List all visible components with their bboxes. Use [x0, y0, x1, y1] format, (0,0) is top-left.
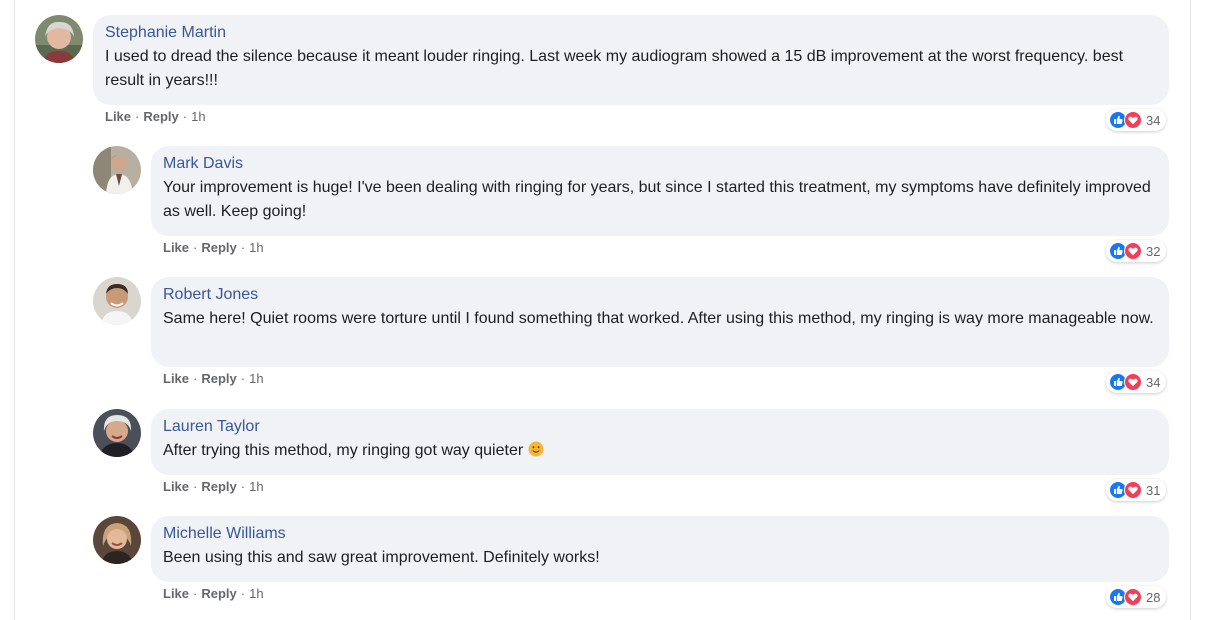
avatar[interactable] [93, 277, 141, 325]
reaction-count: 28 [1146, 589, 1161, 605]
comment-author[interactable]: Mark Davis [163, 153, 1157, 174]
reaction-summary[interactable]: 34 [1106, 109, 1167, 131]
comment-actions: Like · Reply · 1h [163, 371, 264, 386]
smiling-face-emoji-icon [528, 441, 544, 457]
like-button[interactable]: Like [163, 586, 189, 601]
reaction-count: 32 [1146, 243, 1161, 259]
comment-text: I used to dread the silence because it m… [105, 48, 1124, 89]
comment-actions: Like · Reply · 1h [105, 109, 206, 124]
comment-author[interactable]: Stephanie Martin [105, 22, 1157, 43]
comment-timestamp[interactable]: 1h [249, 371, 263, 386]
like-button[interactable]: Like [105, 109, 131, 124]
like-button[interactable]: Like [163, 240, 189, 255]
comment-text: Same here! Quiet rooms were torture unti… [163, 310, 1154, 327]
reaction-summary[interactable]: 34 [1106, 371, 1167, 393]
avatar[interactable] [93, 516, 141, 564]
reaction-count: 31 [1146, 482, 1161, 498]
reply-button[interactable]: Reply [201, 371, 236, 386]
avatar[interactable] [35, 15, 83, 63]
reaction-summary[interactable]: 32 [1106, 240, 1167, 262]
reply-button[interactable]: Reply [143, 109, 178, 124]
like-button[interactable]: Like [163, 371, 189, 386]
comment-actions: Like · Reply · 1h [163, 240, 264, 255]
reaction-count: 34 [1146, 374, 1161, 390]
comment-timestamp[interactable]: 1h [191, 109, 205, 124]
heart-icon [1124, 588, 1142, 606]
comment-text: Been using this and saw great improvemen… [163, 549, 600, 566]
comment-bubble: Mark Davis Your improvement is huge! I'v… [151, 146, 1169, 236]
reply-button[interactable]: Reply [201, 479, 236, 494]
comment-bubble: Michelle Williams Been using this and sa… [151, 516, 1169, 582]
comment-text: After trying this method, my ringing got… [163, 439, 1157, 463]
comment-author[interactable]: Robert Jones [163, 284, 1157, 305]
avatar[interactable] [93, 409, 141, 457]
heart-icon [1124, 242, 1142, 260]
avatar[interactable] [93, 146, 141, 194]
comment-bubble: Stephanie Martin I used to dread the sil… [93, 15, 1169, 105]
comment-actions: Like · Reply · 1h [163, 586, 264, 601]
comment-timestamp[interactable]: 1h [249, 240, 263, 255]
comment-author[interactable]: Michelle Williams [163, 523, 1157, 544]
comment-timestamp[interactable]: 1h [249, 586, 263, 601]
reaction-summary[interactable]: 28 [1106, 586, 1167, 608]
comment-text-content: After trying this method, my ringing got… [163, 442, 524, 459]
heart-icon [1124, 373, 1142, 391]
reaction-summary[interactable]: 31 [1106, 479, 1167, 501]
comment-text: Your improvement is huge! I've been deal… [163, 179, 1151, 220]
comment-bubble: Robert Jones Same here! Quiet rooms were… [151, 277, 1169, 367]
comment-timestamp[interactable]: 1h [249, 479, 263, 494]
comment-actions: Like · Reply · 1h [163, 479, 264, 494]
heart-icon [1124, 111, 1142, 129]
like-button[interactable]: Like [163, 479, 189, 494]
reply-button[interactable]: Reply [201, 240, 236, 255]
reaction-count: 34 [1146, 112, 1161, 128]
comment-bubble: Lauren Taylor After trying this method, … [151, 409, 1169, 475]
heart-icon [1124, 481, 1142, 499]
comment-author[interactable]: Lauren Taylor [163, 416, 1157, 437]
reply-button[interactable]: Reply [201, 586, 236, 601]
